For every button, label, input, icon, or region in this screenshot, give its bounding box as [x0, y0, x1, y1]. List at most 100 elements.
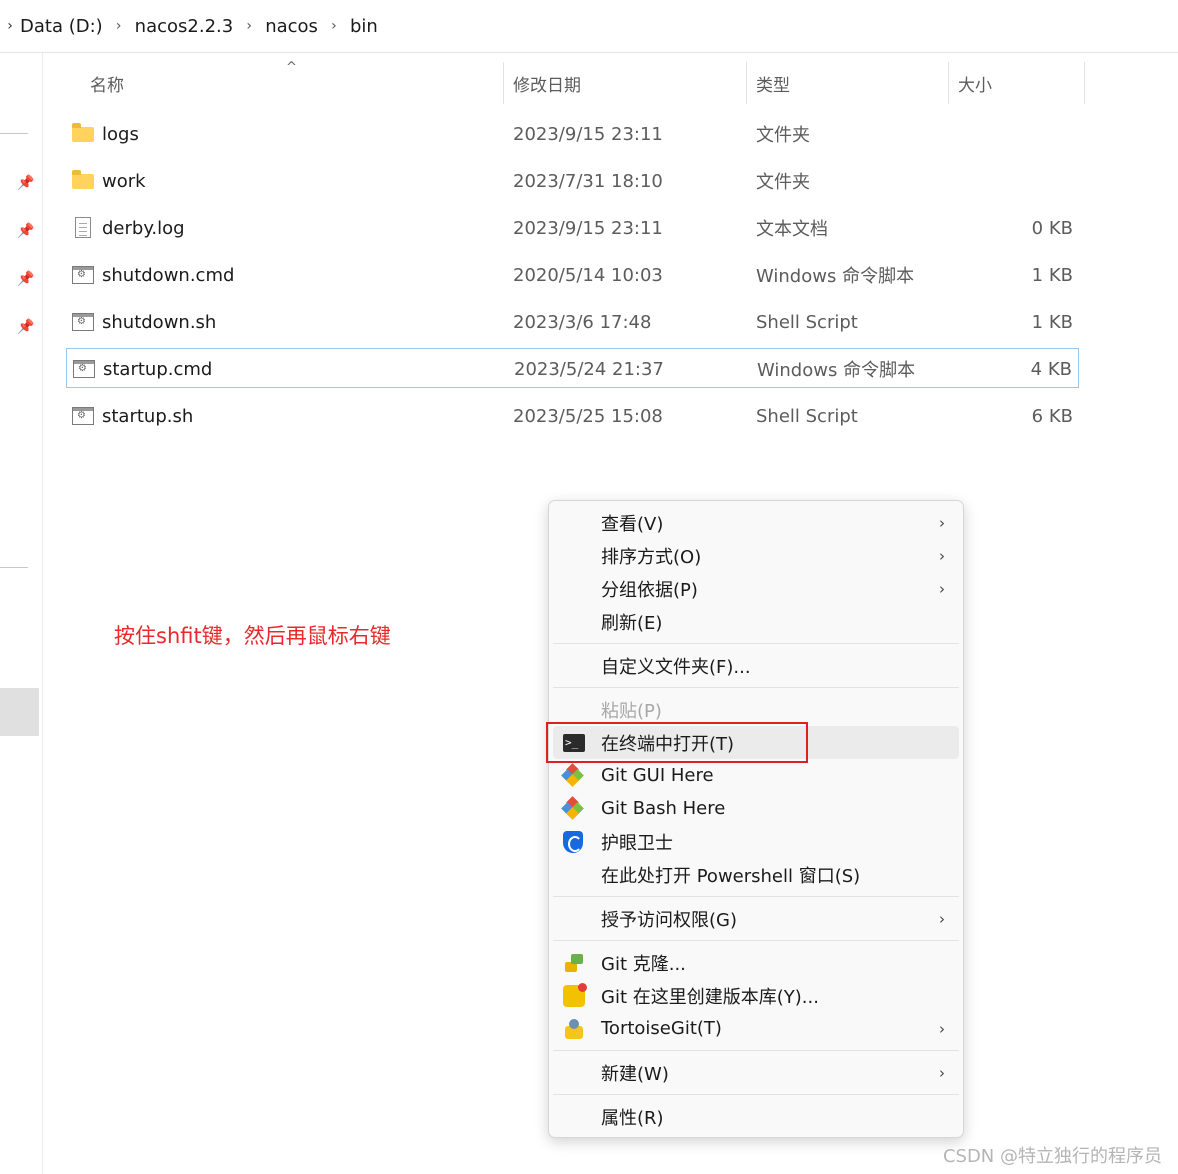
file-name: logs: [102, 123, 139, 145]
menu-separator: [553, 896, 959, 897]
menu-item-group[interactable]: 分组依据(P) ›: [553, 572, 959, 605]
watermark: CSDN @特立独行的程序员: [942, 1146, 1162, 1167]
chevron-right-icon: ›: [939, 513, 945, 532]
menu-item-label: 刷新(E): [601, 612, 663, 634]
nav-item-selected[interactable]: [0, 688, 39, 736]
column-header-type[interactable]: 类型: [756, 62, 790, 104]
git-clone-icon: [563, 952, 585, 974]
menu-item-refresh[interactable]: 刷新(E): [553, 605, 959, 638]
shield-icon: [563, 831, 585, 853]
chevron-right-icon: ›: [939, 909, 945, 928]
menu-item-properties[interactable]: 属性(R): [553, 1100, 959, 1133]
chevron-right-icon[interactable]: ›: [0, 18, 20, 34]
file-row[interactable]: work 2023/7/31 18:10 文件夹: [66, 161, 1079, 201]
breadcrumb-item-nacos223[interactable]: nacos2.2.3: [135, 16, 234, 37]
menu-separator: [553, 1094, 959, 1095]
breadcrumb-item-bin[interactable]: bin: [350, 16, 378, 37]
file-size: 0 KB: [1031, 217, 1073, 239]
file-row[interactable]: shutdown.cmd 2020/5/14 10:03 Windows 命令脚…: [66, 255, 1079, 295]
file-row[interactable]: shutdown.sh 2023/3/6 17:48 Shell Script …: [66, 302, 1079, 342]
column-header-size[interactable]: 大小: [958, 62, 992, 104]
context-menu: 查看(V) › 排序方式(O) › 分组依据(P) › 刷新(E) 自定义文件夹…: [548, 500, 964, 1138]
menu-separator: [553, 643, 959, 644]
folder-icon: [72, 170, 94, 192]
column-divider[interactable]: [948, 62, 949, 104]
column-divider[interactable]: [503, 62, 504, 104]
annotation-highlight-box: [546, 722, 808, 763]
script-file-icon: [72, 405, 94, 427]
menu-item-git-clone[interactable]: Git 克隆...: [553, 946, 959, 979]
git-repo-icon: [563, 983, 587, 1007]
file-row-selected[interactable]: startup.cmd 2023/5/24 21:37 Windows 命令脚本…: [66, 348, 1079, 388]
menu-item-eye-guard[interactable]: 护眼卫士: [553, 825, 959, 858]
breadcrumb: › Data (D:) › nacos2.2.3 › nacos › bin: [0, 0, 1178, 53]
script-file-icon: [72, 311, 94, 333]
menu-item-grant-access[interactable]: 授予访问权限(G) ›: [553, 902, 959, 935]
file-date: 2023/9/15 23:11: [513, 217, 663, 239]
menu-item-label: 新建(W): [601, 1063, 669, 1085]
chevron-right-icon: ›: [939, 546, 945, 565]
nav-divider: [0, 567, 28, 568]
menu-item-label: 分组依据(P): [601, 579, 698, 601]
file-size: 1 KB: [1031, 264, 1073, 286]
breadcrumb-item-drive[interactable]: Data (D:): [20, 16, 103, 37]
menu-item-customize-folder[interactable]: 自定义文件夹(F)...: [553, 649, 959, 682]
git-gui-icon: [561, 763, 585, 787]
column-header-date[interactable]: 修改日期: [513, 62, 581, 104]
file-size: 1 KB: [1031, 311, 1073, 333]
file-row[interactable]: logs 2023/9/15 23:11 文件夹: [66, 114, 1079, 154]
menu-item-label: Git 在这里创建版本库(Y)...: [601, 986, 819, 1008]
pin-icon[interactable]: 📌: [17, 271, 35, 289]
file-date: 2023/3/6 17:48: [513, 311, 652, 333]
menu-item-label: Git GUI Here: [601, 765, 714, 786]
menu-item-label: 护眼卫士: [601, 832, 673, 854]
column-divider[interactable]: [746, 62, 747, 104]
menu-item-view[interactable]: 查看(V) ›: [553, 506, 959, 539]
menu-item-label: 排序方式(O): [601, 546, 702, 568]
chevron-right-icon[interactable]: ›: [233, 18, 265, 34]
file-name: derby.log: [102, 217, 185, 239]
breadcrumb-item-nacos[interactable]: nacos: [265, 16, 318, 37]
pin-icon[interactable]: 📌: [17, 175, 35, 193]
file-name: startup.sh: [102, 405, 194, 427]
menu-separator: [553, 1050, 959, 1051]
folder-icon: [72, 123, 94, 145]
pin-icon[interactable]: 📌: [17, 223, 35, 241]
column-divider[interactable]: [1084, 62, 1085, 104]
menu-item-git-gui[interactable]: Git GUI Here: [553, 759, 959, 792]
file-type: 文件夹: [756, 125, 810, 146]
nav-divider: [0, 133, 28, 134]
file-date: 2020/5/14 10:03: [513, 264, 663, 286]
file-size: 6 KB: [1031, 405, 1073, 427]
menu-item-tortoisegit[interactable]: TortoiseGit(T) ›: [553, 1012, 959, 1045]
menu-item-new[interactable]: 新建(W) ›: [553, 1056, 959, 1089]
file-type: Windows 命令脚本: [757, 360, 916, 381]
pin-icon[interactable]: 📌: [17, 319, 35, 337]
menu-separator: [553, 940, 959, 941]
sort-ascending-icon: ^: [286, 60, 297, 75]
chevron-right-icon: ›: [939, 579, 945, 598]
chevron-right-icon[interactable]: ›: [103, 18, 135, 34]
script-file-icon: [73, 358, 95, 380]
menu-item-open-powershell[interactable]: 在此处打开 Powershell 窗口(S): [553, 858, 959, 891]
menu-item-sort[interactable]: 排序方式(O) ›: [553, 539, 959, 572]
menu-item-git-create-repo[interactable]: Git 在这里创建版本库(Y)...: [553, 979, 959, 1012]
git-bash-icon: [561, 796, 585, 820]
file-row[interactable]: derby.log 2023/9/15 23:11 文本文档 0 KB: [66, 208, 1079, 248]
file-date: 2023/5/24 21:37: [514, 358, 664, 380]
file-size: 4 KB: [1030, 358, 1072, 380]
file-type: Windows 命令脚本: [756, 266, 915, 287]
file-type: 文件夹: [756, 172, 810, 193]
text-file-icon: [72, 217, 94, 239]
file-date: 2023/9/15 23:11: [513, 123, 663, 145]
file-name: startup.cmd: [103, 358, 213, 380]
chevron-right-icon[interactable]: ›: [318, 18, 350, 34]
file-name: shutdown.sh: [102, 311, 217, 333]
column-header-name[interactable]: 名称: [90, 62, 124, 104]
menu-item-label: TortoiseGit(T): [601, 1018, 722, 1039]
chevron-right-icon: ›: [939, 1019, 945, 1038]
menu-item-git-bash[interactable]: Git Bash Here: [553, 792, 959, 825]
file-row[interactable]: startup.sh 2023/5/25 15:08 Shell Script …: [66, 396, 1079, 436]
file-type: Shell Script: [756, 405, 858, 427]
annotation-text: 按住shfit键，然后再鼠标右键: [114, 624, 391, 648]
